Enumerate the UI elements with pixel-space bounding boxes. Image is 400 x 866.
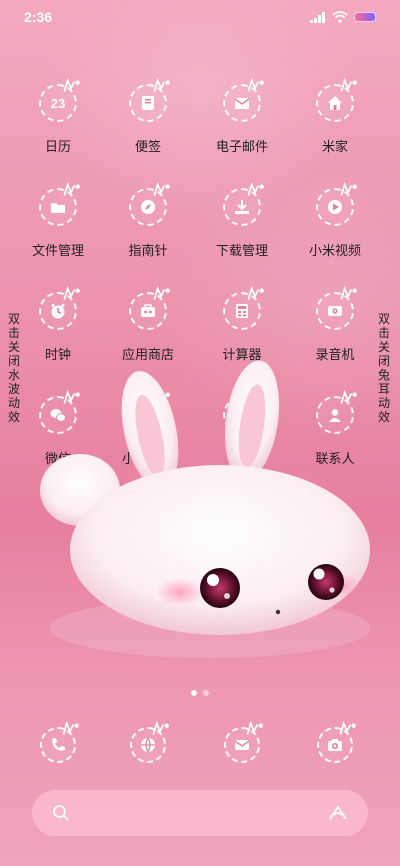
page-indicator[interactable]: [0, 690, 400, 696]
camera-icon: [317, 720, 356, 763]
browser-icon: [130, 720, 169, 763]
dock-messages[interactable]: [197, 720, 287, 763]
status-time: 2:36: [24, 9, 53, 25]
app-label: 日历: [44, 139, 71, 154]
app-label: 电子邮件: [215, 139, 268, 154]
app-recorder[interactable]: 录音机: [290, 285, 380, 363]
app-notes[interactable]: 便签: [103, 77, 193, 155]
compass-icon: [129, 181, 170, 226]
app-compass[interactable]: 指南针: [103, 181, 193, 259]
app-label: 下载管理: [215, 243, 268, 258]
calendar-date: 23: [50, 95, 66, 111]
page-dot-1[interactable]: [191, 690, 197, 696]
app-label: 文件管理: [31, 243, 84, 258]
status-bar: 2:36: [0, 0, 400, 34]
app-label: 米家: [321, 139, 348, 154]
phone-icon: [40, 720, 79, 763]
voice-assistant-icon[interactable]: [328, 805, 348, 821]
home-icon: [316, 77, 357, 122]
battery-icon: [354, 12, 376, 22]
page-dot-2[interactable]: [203, 690, 209, 696]
app-calculator[interactable]: 计算器: [197, 285, 287, 363]
app-label: 指南针: [128, 243, 168, 258]
app-store-icon: [129, 285, 170, 330]
app-email[interactable]: 电子邮件: [197, 77, 287, 155]
calendar-icon: 23: [39, 77, 80, 122]
dock-browser[interactable]: [103, 720, 193, 763]
recorder-icon: [316, 285, 357, 330]
notes-icon: [129, 77, 170, 122]
search-bar[interactable]: [32, 790, 368, 836]
bunny-wallpaper-illustration: [40, 360, 370, 658]
app-app-store[interactable]: 应用商店: [103, 285, 193, 363]
app-download-manager[interactable]: 下载管理: [197, 181, 287, 259]
app-clock[interactable]: 时钟: [13, 285, 103, 363]
app-file-manager[interactable]: 文件管理: [13, 181, 103, 259]
app-mi-video[interactable]: 小米视频: [290, 181, 380, 259]
dock-phone[interactable]: [13, 720, 103, 763]
wifi-icon: [332, 11, 348, 23]
messages-icon: [224, 720, 263, 763]
app-calendar[interactable]: 23 日历: [13, 77, 103, 155]
clock-icon: [39, 285, 80, 330]
signal-icon: [310, 11, 325, 23]
video-play-icon: [316, 181, 357, 226]
app-label: 便签: [134, 139, 161, 154]
dock-camera[interactable]: [290, 720, 380, 763]
calculator-icon: [223, 285, 264, 330]
status-icons: [310, 11, 376, 23]
email-icon: [223, 77, 264, 122]
folder-icon: [39, 181, 80, 226]
download-icon: [223, 181, 264, 226]
search-icon[interactable]: [52, 804, 70, 822]
app-label: 小米视频: [308, 243, 361, 258]
app-mijia[interactable]: 米家: [290, 77, 380, 155]
